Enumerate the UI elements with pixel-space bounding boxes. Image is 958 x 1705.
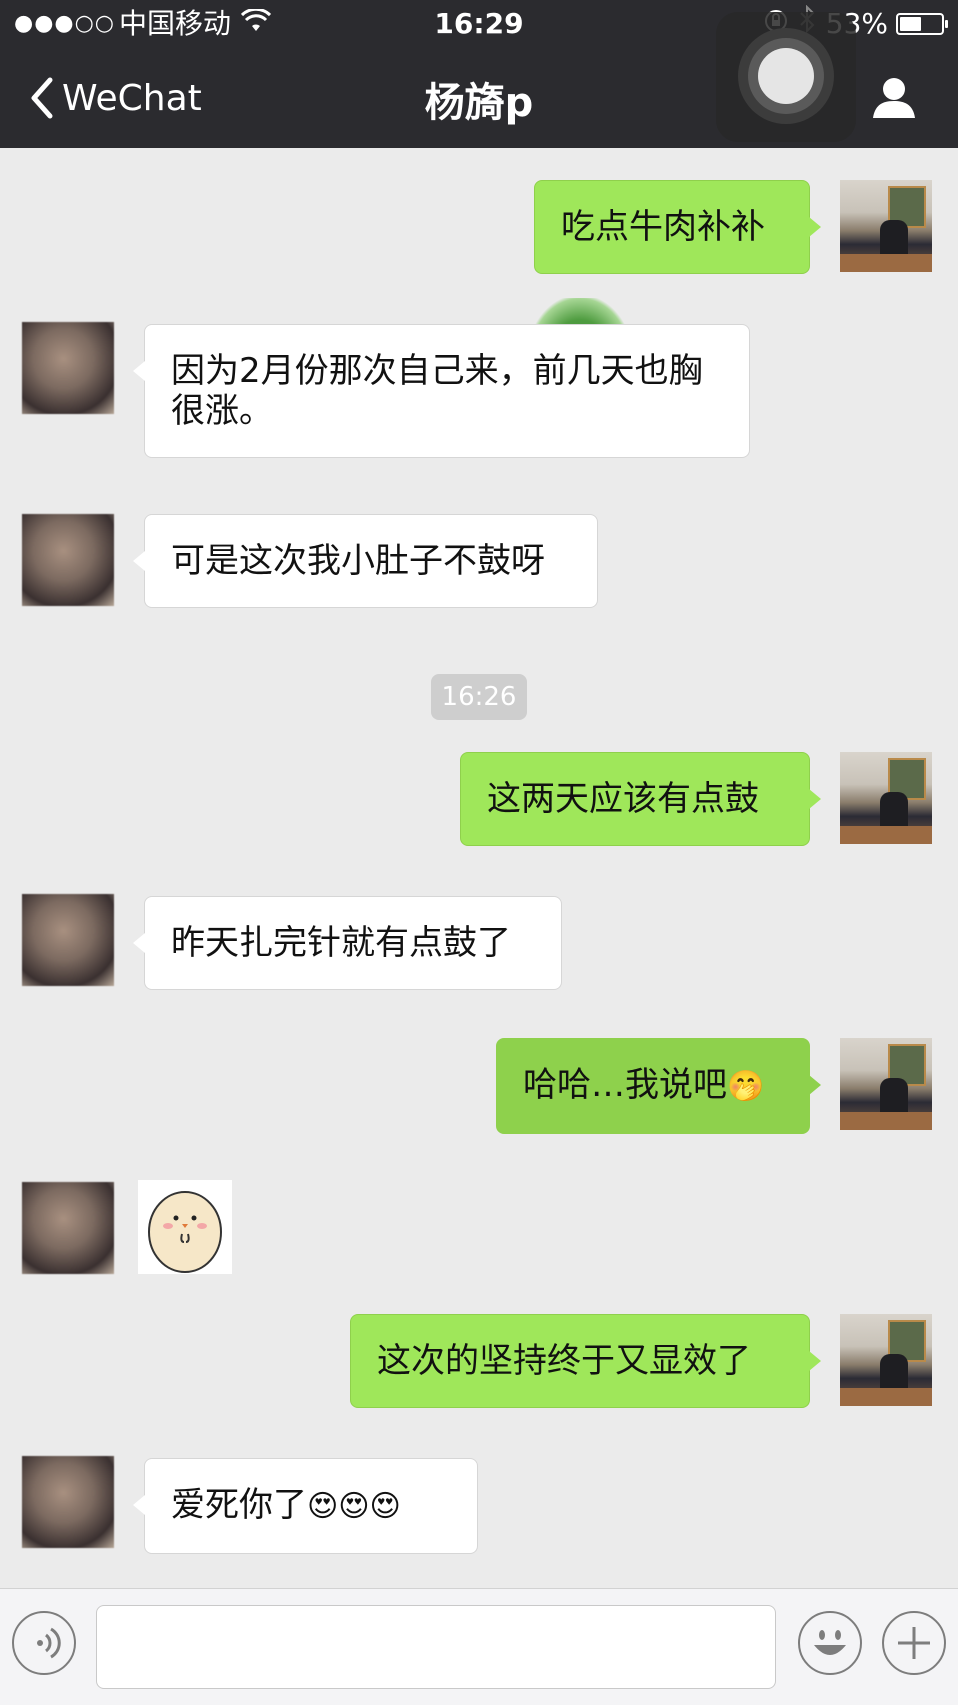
message-input[interactable] (96, 1605, 776, 1689)
message-text: 可是这次我小肚子不鼓呀 (171, 541, 545, 581)
profile-icon[interactable] (870, 74, 918, 122)
message-bubble[interactable]: 这两天应该有点鼓 (460, 752, 821, 846)
message-bubble[interactable]: 因为2月份那次自己来，前几天也胸很涨。 (133, 324, 750, 458)
message-bubble[interactable]: 这次的坚持终于又显效了 (350, 1314, 821, 1408)
voice-icon (37, 1627, 61, 1659)
message-bubble[interactable]: 昨天扎完针就有点鼓了 (133, 896, 562, 990)
emoji-button[interactable] (798, 1611, 862, 1675)
my-avatar[interactable] (840, 752, 932, 844)
message-bubble[interactable]: 哈哈…我说吧🤭 (496, 1038, 821, 1134)
my-avatar[interactable] (840, 1038, 932, 1130)
contact-avatar[interactable] (22, 514, 114, 606)
message-list: 吃点牛肉补补 因为2月份那次自己来，前几天也胸很涨。 可是这次我小肚子不鼓呀 1… (0, 148, 958, 1588)
contact-avatar[interactable] (22, 894, 114, 986)
message-bubble[interactable]: 吃点牛肉补补 (534, 180, 821, 274)
message-bubble[interactable]: 可是这次我小肚子不鼓呀 (133, 514, 598, 608)
message-text: 吃点牛肉补补 (561, 207, 765, 247)
message-text: 这两天应该有点鼓 (487, 779, 759, 819)
message-bubble[interactable]: 爱死你了😍😍😍 (133, 1458, 478, 1554)
my-avatar[interactable] (840, 1314, 932, 1406)
message-text: 爱死你了 (171, 1485, 307, 1525)
message-text: 因为2月份那次自己来，前几天也胸很涨。 (171, 351, 703, 431)
assistive-touch-button[interactable] (716, 12, 856, 142)
battery-icon (896, 13, 948, 35)
contact-avatar[interactable] (22, 1456, 114, 1548)
voice-button[interactable] (12, 1611, 76, 1675)
message-text: 昨天扎完针就有点鼓了 (171, 923, 511, 963)
input-bar (0, 1588, 958, 1705)
message-text: 哈哈…我说吧 (523, 1065, 727, 1105)
contact-avatar[interactable] (22, 1182, 114, 1274)
my-avatar[interactable] (840, 180, 932, 272)
contact-avatar[interactable] (22, 322, 114, 414)
plus-icon (898, 1627, 930, 1659)
emoji-icon (814, 1630, 846, 1655)
message-text: 这次的坚持终于又显效了 (377, 1341, 751, 1381)
top-bar: ●●●○○ 中国移动 16:29 53% WeChat 杨旖p (0, 0, 958, 148)
more-button[interactable] (882, 1611, 946, 1675)
thinking-face-emoji: 🤭 (727, 1069, 765, 1104)
sticker-image[interactable] (138, 1180, 232, 1274)
heart-eyes-emoji: 😍😍😍 (307, 1489, 401, 1524)
message-timestamp: 16:26 (431, 674, 527, 720)
